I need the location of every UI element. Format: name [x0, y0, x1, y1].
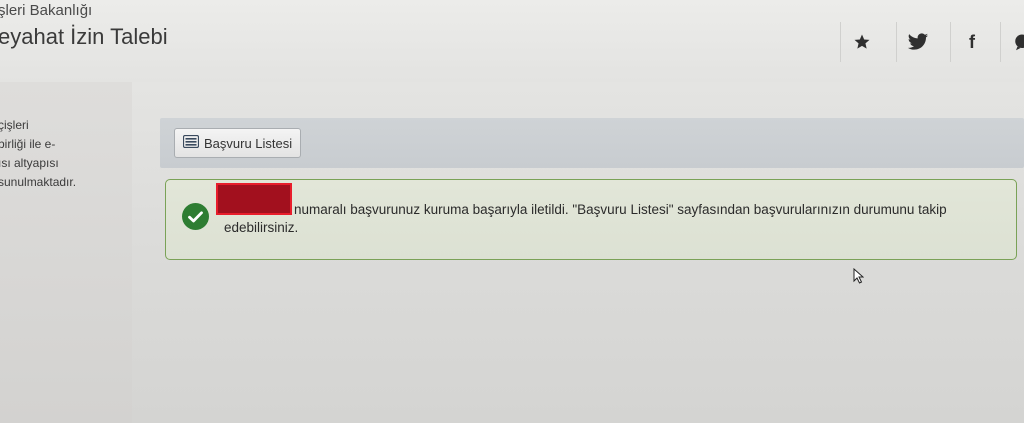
twitter-icon — [907, 32, 929, 52]
chat-button[interactable] — [1000, 22, 1024, 62]
sidebar: çişleri birliği ile e- ısı altyapısı sun… — [0, 82, 132, 423]
check-circle-icon — [182, 203, 209, 230]
sidebar-description: çişleri birliği ile e- ısı altyapısı sun… — [0, 118, 77, 189]
success-message: numaralı başvurunuz kuruma başarıyla ile… — [294, 202, 947, 217]
application-list-button[interactable]: Başvuru Listesi — [174, 128, 302, 158]
star-icon — [853, 33, 871, 51]
success-message-continued: edebilirsiniz. — [224, 220, 299, 235]
page-title: eyahat İzin Talebi — [0, 24, 168, 49]
application-list-button-label: Başvuru Listesi — [204, 135, 293, 151]
facebook-share-button[interactable]: f — [950, 22, 993, 62]
twitter-share-button[interactable] — [896, 22, 939, 62]
main-content: Başvuru Listesi numaralı başvurunuz kuru… — [132, 82, 1024, 423]
list-icon — [182, 134, 200, 151]
header: şleri Bakanlığı eyahat İzin Talebi f — [0, 0, 1024, 83]
favorite-button[interactable] — [840, 22, 883, 62]
mouse-cursor-icon — [853, 267, 865, 289]
success-alert: numaralı başvurunuz kuruma başarıyla ile… — [165, 179, 1017, 260]
redacted-application-number — [216, 183, 292, 215]
ministry-name: şleri Bakanlığı — [0, 2, 93, 19]
toolbar: Başvuru Listesi — [160, 118, 1024, 168]
page: şleri Bakanlığı eyahat İzin Talebi f çiş… — [0, 0, 1024, 423]
chat-icon — [1013, 33, 1024, 51]
facebook-icon: f — [969, 31, 975, 52]
